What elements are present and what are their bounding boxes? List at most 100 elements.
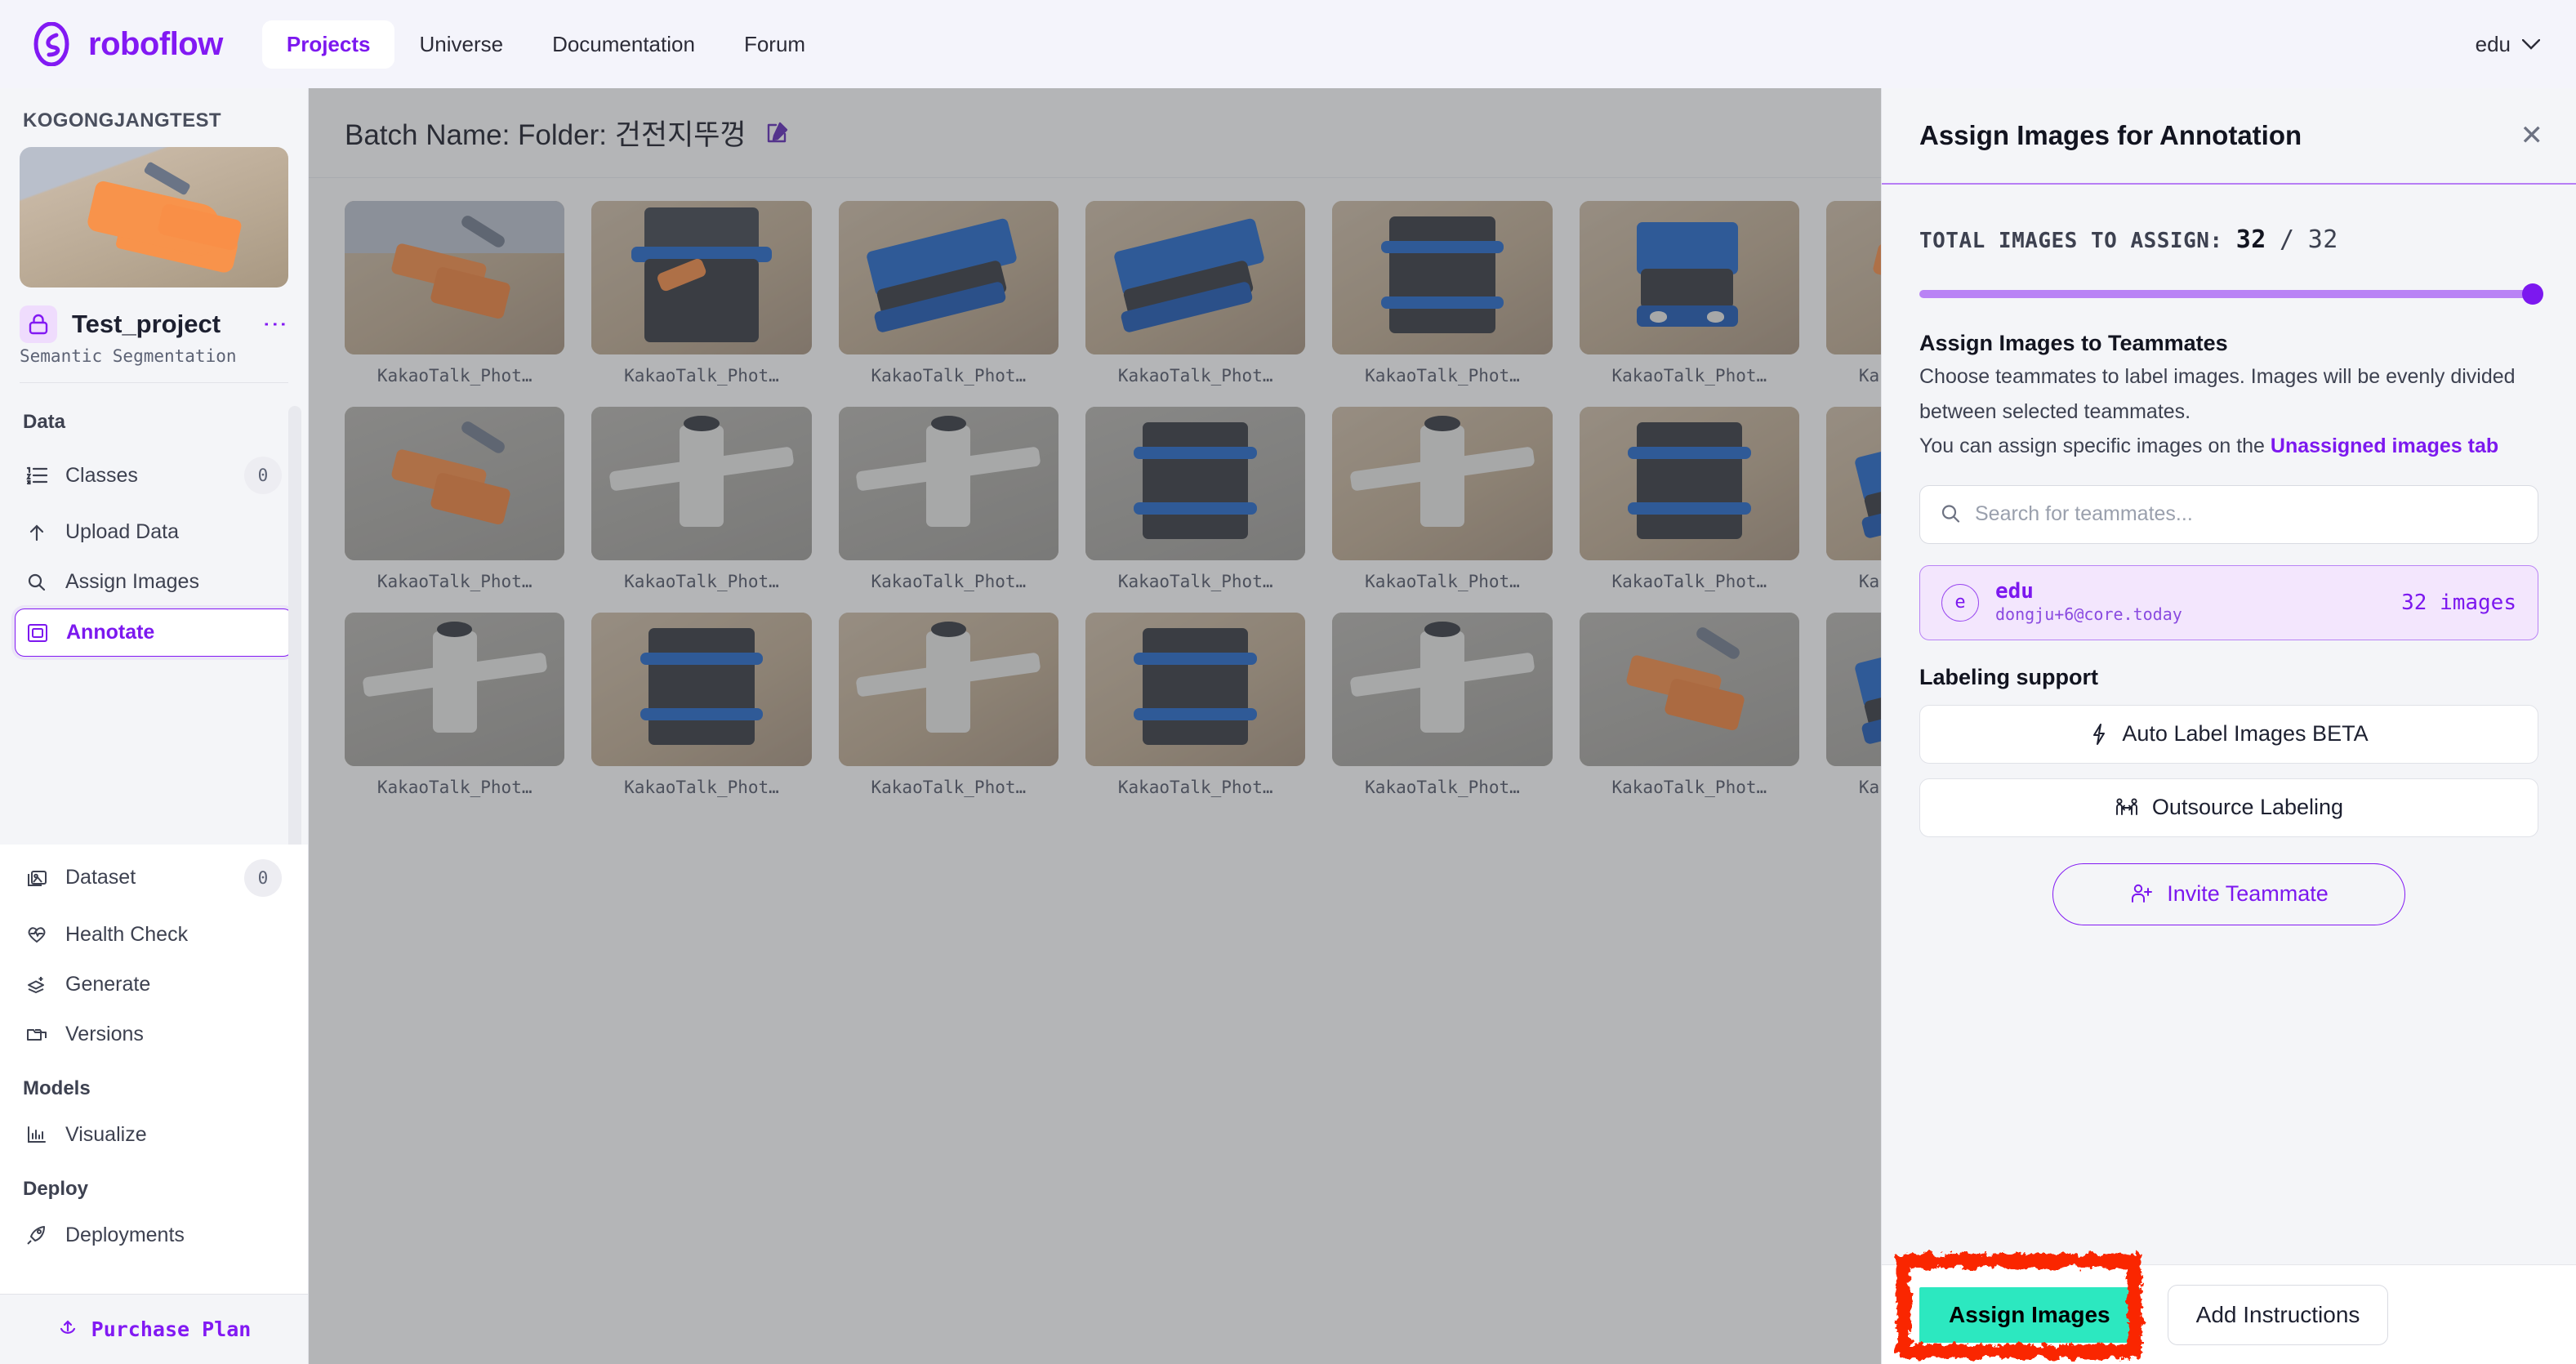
classes-count-badge: 0 (244, 457, 282, 494)
image-cell[interactable]: KakaoTalk_Phot… (591, 201, 812, 386)
image-cell[interactable]: KakaoTalk_Phot… (1085, 201, 1306, 386)
project-more-menu-icon[interactable]: ⋮ (261, 312, 288, 337)
sidebar-section-data: Data (23, 411, 66, 433)
image-thumbnail[interactable] (838, 201, 1058, 354)
dataset-count-badge: 0 (244, 858, 282, 897)
user-menu-label: edu (2475, 31, 2511, 56)
assign-images-panel: Assign Images for Annotation ✕ TOTAL IMA… (1881, 88, 2576, 1364)
project-sidebar: KOGONGJANGTEST Test_project ⋮ Semantic S… (0, 88, 309, 1364)
layers-plus-icon (26, 974, 47, 994)
sidebar-item-assign-images[interactable]: Assign Images (15, 559, 293, 605)
image-cell[interactable]: KakaoTalk_Phot… (838, 201, 1058, 386)
image-cell[interactable]: KakaoTalk_Phot… (1085, 407, 1306, 591)
nav-item-documentation[interactable]: Documentation (528, 20, 720, 69)
edit-pencil-icon[interactable] (764, 121, 789, 145)
image-thumbnail[interactable] (1085, 201, 1306, 354)
invite-teammate-button[interactable]: Invite Teammate (2052, 863, 2405, 925)
image-thumbnail[interactable] (1332, 201, 1553, 354)
image-thumbnail[interactable] (838, 613, 1058, 766)
sidebar-item-label: Health Check (65, 922, 189, 946)
sidebar-item-dataset[interactable]: Dataset 0 (15, 848, 293, 908)
image-thumbnail[interactable] (345, 407, 565, 560)
image-cell[interactable]: KakaoTalk_Phot… (591, 613, 812, 797)
image-thumbnail[interactable] (1332, 613, 1553, 766)
image-cell[interactable]: KakaoTalk_Phot… (1579, 201, 1799, 386)
nav-item-projects[interactable]: Projects (261, 20, 395, 69)
image-cell[interactable]: KakaoTalk_Phot… (345, 201, 565, 386)
lightning-bolt-icon (2089, 723, 2109, 746)
image-thumbnail[interactable] (591, 613, 812, 766)
image-cell[interactable]: KakaoTalk_Phot… (1579, 407, 1799, 591)
image-cell[interactable]: KakaoTalk_Phot… (838, 613, 1058, 797)
sidebar-item-versions[interactable]: Versions (15, 1011, 293, 1058)
images-icon (26, 868, 47, 888)
image-cell[interactable]: KakaoTalk_Phot… (1579, 613, 1799, 797)
unassigned-images-tab-link[interactable]: Unassigned images tab (2271, 435, 2498, 457)
assign-images-button[interactable]: Assign Images (1919, 1286, 2140, 1343)
slider-knob[interactable] (2522, 283, 2543, 305)
sidebar-item-health-check[interactable]: Health Check (15, 912, 293, 958)
user-plus-icon (2129, 883, 2154, 905)
teammate-search-input[interactable]: Search for teammates... (1975, 502, 2193, 526)
panel-footer: Assign Images Add Instructions (1882, 1254, 2576, 1364)
image-thumbnail[interactable] (1085, 613, 1306, 766)
image-thumbnail[interactable] (1579, 201, 1799, 354)
image-thumbnail[interactable] (591, 407, 812, 560)
image-caption: KakaoTalk_Phot… (1365, 778, 1520, 797)
sidebar-item-deployments[interactable]: Deployments (15, 1212, 293, 1259)
image-cell[interactable]: KakaoTalk_Phot… (1085, 613, 1306, 797)
auto-label-images-button[interactable]: Auto Label Images BETA (1919, 704, 2538, 764)
image-thumbnail[interactable] (591, 201, 812, 354)
total-images-line: TOTAL IMAGES TO ASSIGN: 32 / 32 (1919, 185, 2538, 254)
image-cell[interactable]: KakaoTalk_Phot… (345, 407, 565, 591)
brand-logo-link[interactable]: roboflow (29, 22, 223, 66)
chevron-down-icon (2522, 38, 2540, 50)
sidebar-scrollbar[interactable] (288, 406, 301, 845)
image-cell[interactable]: KakaoTalk_Phot… (1332, 407, 1553, 591)
people-handshake-icon (2115, 797, 2139, 818)
image-caption: KakaoTalk_Phot… (624, 366, 779, 386)
image-cell[interactable]: KakaoTalk_Phot… (1332, 613, 1553, 797)
image-cell[interactable]: KakaoTalk_Phot… (345, 613, 565, 797)
teammate-search-box[interactable]: Search for teammates... (1919, 484, 2538, 544)
image-cell[interactable]: KakaoTalk_Phot… (838, 407, 1058, 591)
sidebar-item-label: Visualize (65, 1122, 147, 1146)
sidebar-item-label: Versions (65, 1022, 144, 1045)
add-instructions-button[interactable]: Add Instructions (2167, 1284, 2389, 1345)
sidebar-item-generate[interactable]: Generate (15, 961, 293, 1008)
project-header-row: Test_project ⋮ (0, 288, 308, 345)
teammate-card-edu[interactable]: e edu dongju+6@core.today 32 images (1919, 564, 2538, 640)
sidebar-item-label: Annotate (66, 621, 155, 644)
image-thumbnail[interactable] (1332, 407, 1553, 560)
image-caption: KakaoTalk_Phot… (1611, 366, 1767, 386)
image-thumbnail[interactable] (345, 613, 565, 766)
image-thumbnail[interactable] (1579, 407, 1799, 560)
image-thumbnail[interactable] (1579, 613, 1799, 766)
annotate-icon (27, 623, 48, 643)
sidebar-item-visualize[interactable]: Visualize (15, 1112, 293, 1158)
sidebar-item-classes[interactable]: Classes 0 (15, 445, 293, 506)
image-cell[interactable]: KakaoTalk_Phot… (1332, 201, 1553, 386)
image-caption: KakaoTalk_Phot… (377, 366, 533, 386)
image-thumbnail[interactable] (345, 201, 565, 354)
image-cell[interactable]: KakaoTalk_Phot… (591, 407, 812, 591)
teammate-info: edu dongju+6@core.today (1995, 579, 2385, 626)
sidebar-item-annotate[interactable]: Annotate (15, 608, 293, 657)
user-menu-button[interactable]: edu (2476, 32, 2540, 57)
nav-item-universe[interactable]: Universe (394, 20, 528, 69)
outsource-labeling-button[interactable]: Outsource Labeling (1919, 778, 2538, 837)
roboflow-app: roboflow Projects Universe Documentation… (0, 0, 2576, 1364)
close-icon[interactable]: ✕ (2512, 117, 2552, 154)
sidebar-item-upload-data[interactable]: Upload Data (15, 509, 293, 555)
image-thumbnail[interactable] (838, 407, 1058, 560)
assign-amount-slider[interactable] (1919, 279, 2543, 311)
nav-item-forum[interactable]: Forum (720, 20, 830, 69)
image-thumbnail[interactable] (1085, 407, 1306, 560)
sidebar-scroll-area: Data Classes 0 Upload Data Assign Images… (0, 383, 308, 845)
roboflow-logo-icon (29, 22, 74, 66)
purchase-plan-button[interactable]: Purchase Plan (0, 1294, 308, 1364)
brand-name: roboflow (88, 25, 223, 62)
sidebar-item-label: Deployments (65, 1223, 185, 1246)
assign-description-line2: between selected teammates. (1919, 399, 2191, 423)
slider-track (1919, 290, 2538, 298)
